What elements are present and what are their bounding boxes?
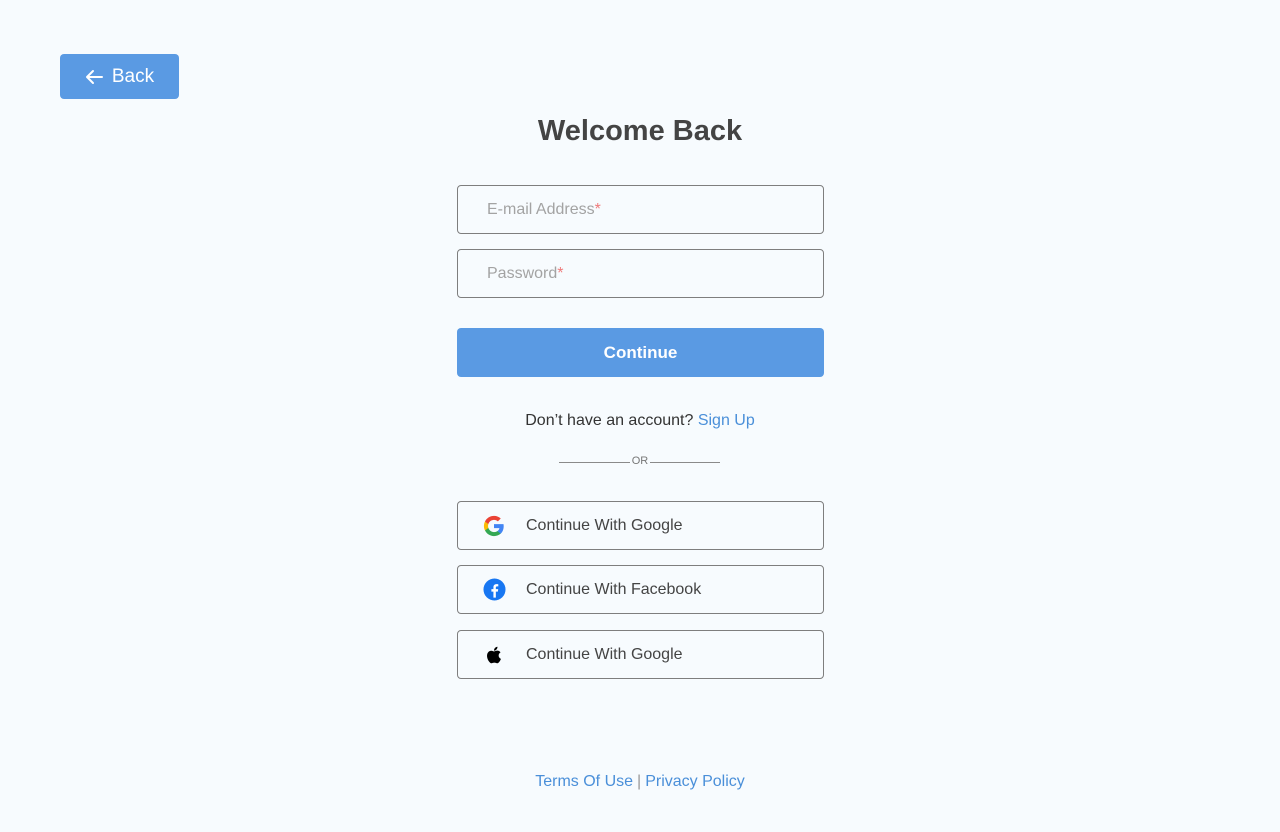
apple-icon bbox=[482, 643, 506, 667]
footer-separator: | bbox=[637, 773, 642, 790]
password-field[interactable]: Password * bbox=[457, 249, 824, 298]
google-icon bbox=[482, 514, 506, 538]
google-button-label: Continue With Google bbox=[526, 516, 683, 534]
divider-or-label: OR bbox=[629, 455, 651, 467]
continue-with-google-button[interactable]: Continue With Google bbox=[457, 501, 824, 550]
sign-up-link[interactable]: Sign Up bbox=[698, 412, 755, 429]
email-field[interactable]: E-mail Address * bbox=[457, 185, 824, 234]
email-required-marker: * bbox=[594, 200, 601, 218]
terms-of-use-link[interactable]: Terms Of Use bbox=[535, 773, 633, 790]
arrow-left-icon bbox=[85, 69, 103, 85]
back-button-label: Back bbox=[111, 65, 155, 87]
signup-prompt-line: Don’t have an account? Sign Up bbox=[0, 412, 1280, 430]
privacy-policy-link[interactable]: Privacy Policy bbox=[645, 773, 745, 790]
footer-links: Terms Of Use | Privacy Policy bbox=[0, 773, 1280, 791]
back-button[interactable]: Back bbox=[60, 54, 179, 99]
continue-with-apple-button[interactable]: Continue With Google bbox=[457, 630, 824, 679]
facebook-icon bbox=[482, 578, 506, 602]
apple-button-label: Continue With Google bbox=[526, 645, 683, 663]
signup-prompt-text: Don’t have an account? bbox=[525, 412, 694, 429]
email-placeholder: E-mail Address bbox=[487, 200, 595, 218]
password-placeholder: Password bbox=[487, 264, 558, 282]
divider-or: OR bbox=[0, 455, 1280, 467]
password-required-marker: * bbox=[557, 264, 564, 282]
continue-button[interactable]: Continue bbox=[457, 328, 824, 377]
continue-with-facebook-button[interactable]: Continue With Facebook bbox=[457, 565, 824, 614]
facebook-button-label: Continue With Facebook bbox=[526, 580, 702, 598]
page-title: Welcome Back bbox=[537, 115, 743, 147]
